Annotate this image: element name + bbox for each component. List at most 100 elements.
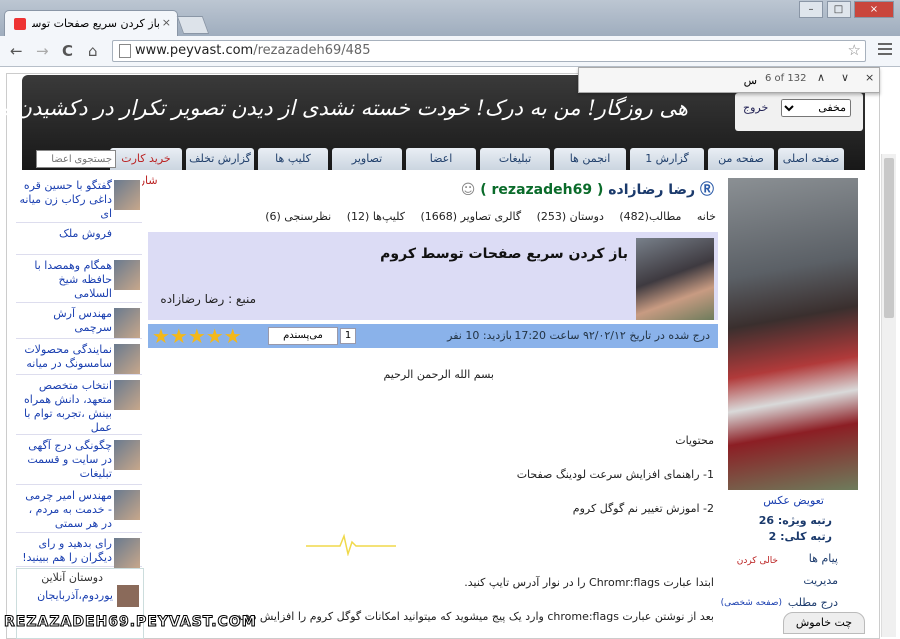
profile-name[interactable]: رضا رضازاده	[608, 182, 695, 198]
find-input[interactable]	[585, 71, 759, 89]
minimize-button[interactable]: –	[799, 1, 823, 18]
profile-photo[interactable]	[728, 178, 858, 490]
url-path: /rezazadeh69/485	[253, 43, 371, 58]
like-button[interactable]: می‌پسندم	[268, 327, 338, 345]
publish-post-link[interactable]: درج مطلب	[788, 596, 838, 609]
chat-toggle-button[interactable]: چت خاموش	[783, 612, 865, 634]
rating-stars[interactable]: ★★★★★	[152, 325, 242, 347]
find-close-icon[interactable]: ×	[865, 71, 874, 84]
total-rank: رتبه کلی: 2	[768, 530, 832, 543]
list-item[interactable]: فروش ملک	[16, 224, 142, 255]
like-count: 1	[340, 328, 356, 344]
tab-title: باز کردن سریع صفحات توسط کروم - رضا رضاز…	[32, 17, 160, 30]
list-item-label[interactable]: مهندس آرش سرچمی	[18, 307, 112, 335]
close-window-button[interactable]: ×	[854, 1, 894, 18]
menu-home[interactable]: صفحه اصلی	[778, 148, 844, 170]
profile-heading: Ⓡ رضا رضازاده ( rezazadeh69 ) ☺	[461, 179, 714, 199]
tab-polls[interactable]: نظرسنجی (6)	[265, 210, 331, 223]
post-item-2: 2- اموزش تغییر نم گوگل کروم	[572, 502, 714, 515]
tab-friends[interactable]: دوستان (253)	[537, 210, 604, 223]
post-author-photo[interactable]	[636, 238, 714, 320]
browser-toolbar: ← → C ⌂ www.peyvast.com/rezazadeh69/485 …	[0, 36, 900, 67]
chrome-menu-icon[interactable]	[878, 43, 892, 58]
menu-reports[interactable]: گزارش 1	[630, 148, 704, 170]
menu-forums[interactable]: انجمن ها	[554, 148, 626, 170]
menu-members[interactable]: اعضا	[406, 148, 476, 170]
publish-note: (صفحه شخصی)	[720, 598, 782, 608]
home-icon[interactable]: ⌂	[88, 42, 98, 60]
list-item[interactable]: انتخاب متخصص متعهد، دانش همراه بینش ،تجر…	[16, 376, 142, 435]
list-item[interactable]: مهندس آرش سرچمی	[16, 304, 142, 339]
right-sidebar: تعویض عکس رتبه ویژه: 26 رتبه کلی: 2 پیام…	[721, 176, 860, 637]
member-search-input[interactable]	[36, 150, 116, 168]
page-icon	[119, 44, 131, 58]
page-scrollbar[interactable]	[881, 154, 896, 637]
list-item-label[interactable]: انتخاب متخصص متعهد، دانش همراه بینش ،تجر…	[18, 379, 112, 435]
tab-clips[interactable]: کلیپ‌ها (12)	[347, 210, 405, 223]
list-item-label[interactable]: گفتگو با حسین قره داغی رکاب زن میانه ای	[18, 179, 112, 221]
forward-icon[interactable]: →	[36, 42, 49, 60]
list-item-label[interactable]: همگام وهمصدا با حافظه شیخ السلامی	[18, 259, 112, 301]
window-controls: – □ ×	[799, 1, 894, 18]
menu-images[interactable]: تصاویر	[332, 148, 402, 170]
title-bar: باز کردن سریع صفحات توسط کروم - رضا رضاز…	[0, 0, 900, 37]
status-select[interactable]: مخفی	[781, 99, 851, 117]
menu-ads[interactable]: تبلیغات	[480, 148, 550, 170]
list-item-label[interactable]: نمایندگی محصولات سامسونگ در میانه	[18, 343, 112, 371]
list-item[interactable]: نمایندگی محصولات سامسونگ در میانه	[16, 340, 142, 375]
tab-gallery[interactable]: گالری تصاویر (1668)	[420, 210, 521, 223]
messages-empty-link[interactable]: خالی کردن	[737, 556, 778, 566]
favicon-icon	[14, 18, 26, 30]
tab-close-icon[interactable]: ×	[162, 16, 171, 29]
url-text: www.peyvast.com/rezazadeh69/485	[135, 43, 370, 58]
bookmark-star-icon[interactable]: ☆	[848, 41, 861, 59]
post-contents-heading: محتویات	[675, 434, 714, 447]
browser-tab[interactable]: باز کردن سریع صفحات توسط کروم - رضا رضاز…	[4, 10, 178, 37]
list-item-label[interactable]: مهندس امیر چرمی - خدمت به مردم ، در هر س…	[18, 489, 112, 531]
thumbnail	[114, 308, 140, 338]
profile-username[interactable]: ( rezazadeh69 )	[480, 182, 603, 198]
list-item[interactable]: رای بدهید و رای دیگران را هم ببینید!	[16, 534, 142, 568]
tab-posts[interactable]: مطالب(482)	[619, 210, 681, 223]
find-next-icon[interactable]: ∨	[841, 71, 849, 84]
post-title: باز کردن سریع صفحات توسط کروم	[380, 246, 628, 262]
find-prev-icon[interactable]: ∧	[817, 71, 825, 84]
watermark: REZAZADEH69.PEYVAST.COM	[4, 614, 257, 631]
list-item-label[interactable]: فروش ملک	[18, 227, 112, 241]
tab-home[interactable]: خانه	[697, 210, 716, 223]
online-user-link[interactable]: یوردوم،آذربایجان	[37, 589, 113, 602]
list-item[interactable]: همگام وهمصدا با حافظه شیخ السلامی	[16, 256, 142, 303]
list-item[interactable]: مهندس امیر چرمی - خدمت به مردم ، در هر س…	[16, 486, 142, 533]
avatar[interactable]	[117, 585, 139, 607]
address-bar[interactable]: www.peyvast.com/rezazadeh69/485 ☆	[112, 40, 866, 62]
new-tab-button[interactable]	[176, 16, 210, 34]
change-photo-link[interactable]: تعویض عکس	[763, 494, 824, 507]
manage-link[interactable]: مدیریت	[803, 574, 838, 587]
post-source: منبع : رضا رضازاده	[160, 292, 256, 306]
post-paragraph-1: ابتدا عبارت Chromr:flags را در نوار آدرس…	[464, 576, 714, 589]
menu-buy-charge[interactable]: خرید کارت شارژ	[110, 148, 182, 187]
list-item[interactable]: چگونگی درج آگهی در سایت و قسمت تبلیغات	[16, 436, 142, 485]
messages-link[interactable]: پیام ها	[809, 552, 838, 565]
online-heading: دوستان آنلاین	[41, 571, 103, 584]
menu-clips[interactable]: کلیپ ها	[258, 148, 328, 170]
thumbnail	[114, 344, 140, 374]
post-paragraph-2: بعد از نوشتن عبارت chrome:flags وارد یک …	[233, 610, 714, 623]
post-header: باز کردن سریع صفحات توسط کروم منبع : رضا…	[148, 232, 718, 320]
maximize-button[interactable]: □	[826, 1, 851, 18]
user-status-box: مخفی خروج	[735, 93, 863, 131]
list-item-label[interactable]: چگونگی درج آگهی در سایت و قسمت تبلیغات	[18, 439, 112, 481]
ekg-divider-icon	[306, 533, 396, 556]
menu-my-page[interactable]: صفحه من	[708, 148, 774, 170]
scrollbar-thumb[interactable]	[884, 158, 894, 318]
header-slogan: هی روزگار! من به درک! خودت خسته نشدی از …	[0, 96, 688, 120]
list-item-label[interactable]: رای بدهید و رای دیگران را هم ببینید!	[18, 537, 112, 565]
menu-report-abuse[interactable]: گزارش تخلف	[186, 148, 254, 170]
back-icon[interactable]: ←	[10, 42, 23, 60]
reload-icon[interactable]: C	[62, 42, 73, 60]
list-item[interactable]: گفتگو با حسین قره داغی رکاب زن میانه ای	[16, 176, 142, 223]
find-count: 6 of 132	[765, 73, 807, 84]
logout-link[interactable]: خروج	[743, 101, 768, 114]
special-rank: رتبه ویژه: 26	[758, 514, 832, 527]
url-host: www.peyvast.com	[135, 43, 254, 58]
